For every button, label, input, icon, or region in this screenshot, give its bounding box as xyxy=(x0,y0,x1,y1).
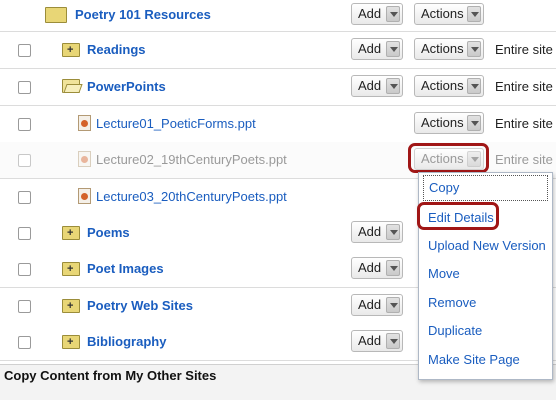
menu-item-remove[interactable]: Remove xyxy=(428,295,476,310)
add-button[interactable]: Add xyxy=(351,3,403,25)
chevron-down-icon xyxy=(386,41,400,57)
site-label: Entire site xyxy=(495,116,553,131)
add-button[interactable]: Add xyxy=(351,75,403,97)
row-checkbox[interactable] xyxy=(18,44,31,57)
add-label: Add xyxy=(358,333,382,348)
folder-plus-icon[interactable]: + xyxy=(62,299,80,313)
menu-item-duplicate[interactable]: Duplicate xyxy=(428,323,482,338)
chevron-down-icon xyxy=(386,333,400,349)
chevron-down-icon xyxy=(386,260,400,276)
file-link-lecture01[interactable]: Lecture01_PoeticForms.ppt xyxy=(96,116,256,131)
row-checkbox[interactable] xyxy=(18,300,31,313)
add-button[interactable]: Add xyxy=(351,330,403,352)
chevron-down-icon xyxy=(467,115,481,131)
folder-open-icon[interactable] xyxy=(62,79,80,93)
folder-plus-icon[interactable]: + xyxy=(62,43,80,57)
menu-item-make-site-page[interactable]: Make Site Page xyxy=(428,352,520,367)
chevron-down-icon xyxy=(467,78,481,94)
menu-item-upload-new-version[interactable]: Upload New Version xyxy=(428,238,546,253)
file-link-lecture02[interactable]: Lecture02_19thCenturyPoets.ppt xyxy=(96,152,287,167)
folder-link-readings[interactable]: Readings xyxy=(87,42,146,57)
folder-link-bibliography[interactable]: Bibliography xyxy=(87,334,166,349)
add-label: Add xyxy=(358,224,382,239)
add-button[interactable]: Add xyxy=(351,294,403,316)
menu-item-edit-details[interactable]: Edit Details xyxy=(428,210,494,225)
actions-button[interactable]: Actions xyxy=(414,112,484,134)
table-row: Lecture01_PoeticForms.ppt Actions Entire… xyxy=(0,106,556,143)
chevron-down-icon xyxy=(386,224,400,240)
chevron-down-icon xyxy=(386,297,400,313)
site-label: Entire site xyxy=(495,79,553,94)
chevron-down-icon xyxy=(386,6,400,22)
add-label: Add xyxy=(358,260,382,275)
actions-label: Actions xyxy=(421,6,464,21)
menu-item-move[interactable]: Move xyxy=(428,266,460,281)
table-row: + Readings Add Actions Entire site xyxy=(0,32,556,69)
copy-content-heading: Copy Content from My Other Sites xyxy=(4,368,217,383)
actions-button[interactable]: Actions xyxy=(414,38,484,60)
row-checkbox[interactable] xyxy=(18,118,31,131)
row-checkbox[interactable] xyxy=(18,263,31,276)
chevron-down-icon xyxy=(467,151,481,167)
row-checkbox[interactable] xyxy=(18,81,31,94)
table-row: PowerPoints Add Actions Entire site xyxy=(0,69,556,106)
actions-button[interactable]: Actions xyxy=(414,75,484,97)
add-label: Add xyxy=(358,41,382,56)
add-button[interactable]: Add xyxy=(351,257,403,279)
folder-link-poet-images[interactable]: Poet Images xyxy=(87,261,164,276)
actions-label: Actions xyxy=(421,78,464,93)
actions-label: Actions xyxy=(421,41,464,56)
menu-item-copy[interactable]: Copy xyxy=(423,175,548,201)
ppt-file-icon xyxy=(78,151,91,167)
table-row: Poetry 101 Resources Add Actions xyxy=(0,0,556,32)
row-checkbox[interactable] xyxy=(18,191,31,204)
file-link-lecture03[interactable]: Lecture03_20thCenturyPoets.ppt xyxy=(96,189,287,204)
add-label: Add xyxy=(358,297,382,312)
chevron-down-icon xyxy=(386,78,400,94)
row-checkbox[interactable] xyxy=(18,336,31,349)
folder-link-powerpoints[interactable]: PowerPoints xyxy=(87,79,166,94)
actions-menu: Copy Edit Details Upload New Version Mov… xyxy=(418,172,553,380)
row-checkbox[interactable] xyxy=(18,227,31,240)
folder-link-poems[interactable]: Poems xyxy=(87,225,130,240)
actions-button[interactable]: Actions xyxy=(414,148,484,170)
add-button[interactable]: Add xyxy=(351,38,403,60)
chevron-down-icon xyxy=(467,6,481,22)
row-checkbox[interactable] xyxy=(18,154,31,167)
folder-link-poetry-101-resources[interactable]: Poetry 101 Resources xyxy=(75,7,211,22)
add-button[interactable]: Add xyxy=(351,221,403,243)
ppt-file-icon xyxy=(78,188,91,204)
actions-button[interactable]: Actions xyxy=(414,3,484,25)
site-label: Entire site xyxy=(495,152,553,167)
folder-plus-icon[interactable]: + xyxy=(62,262,80,276)
chevron-down-icon xyxy=(467,41,481,57)
folder-link-poetry-web-sites[interactable]: Poetry Web Sites xyxy=(87,298,193,313)
actions-label: Actions xyxy=(421,151,464,166)
actions-label: Actions xyxy=(421,115,464,130)
add-label: Add xyxy=(358,78,382,93)
add-label: Add xyxy=(358,6,382,21)
site-label: Entire site xyxy=(495,42,553,57)
ppt-file-icon xyxy=(78,115,91,131)
folder-icon xyxy=(45,7,67,23)
folder-plus-icon[interactable]: + xyxy=(62,335,80,349)
folder-plus-icon[interactable]: + xyxy=(62,226,80,240)
